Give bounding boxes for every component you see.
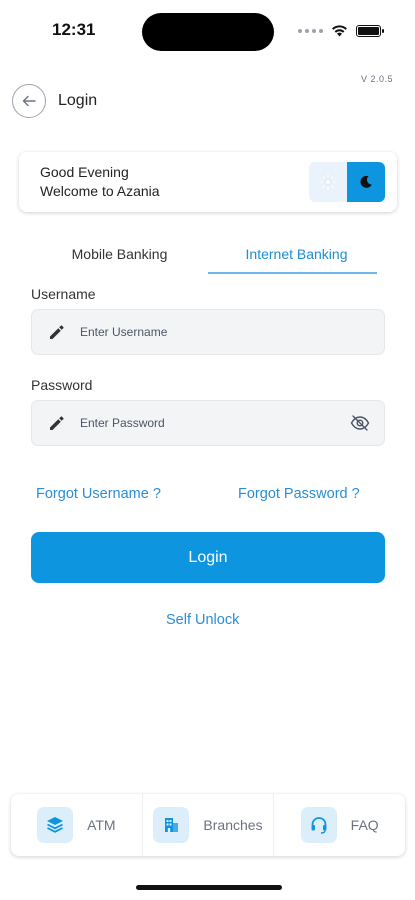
forgot-password-link[interactable]: Forgot Password ? bbox=[238, 486, 360, 502]
light-theme-button[interactable] bbox=[309, 162, 347, 202]
moon-icon bbox=[360, 175, 372, 188]
login-screen: 12:31 V 2.0.5 Login Good Evening Welcome… bbox=[0, 0, 415, 900]
nav-item-faq[interactable]: FAQ bbox=[273, 794, 405, 856]
greeting-line: Good Evening bbox=[40, 164, 129, 180]
greeting-card: Good Evening Welcome to Azania bbox=[19, 152, 397, 212]
eye-off-icon[interactable] bbox=[348, 411, 372, 435]
nav-label: Branches bbox=[203, 817, 263, 833]
pencil-icon bbox=[46, 322, 66, 342]
bottom-nav: ATM Branches FAQ bbox=[11, 794, 405, 856]
dark-theme-button[interactable] bbox=[347, 162, 385, 202]
password-label: Password bbox=[31, 377, 93, 393]
back-button[interactable] bbox=[12, 84, 46, 118]
header: Login bbox=[12, 84, 97, 118]
theme-toggle bbox=[309, 162, 385, 202]
layers-icon bbox=[37, 807, 74, 843]
battery-icon bbox=[356, 24, 384, 37]
welcome-line: Welcome to Azania bbox=[40, 183, 160, 199]
home-indicator bbox=[136, 885, 282, 890]
wifi-icon bbox=[332, 25, 347, 37]
pencil-icon bbox=[46, 413, 66, 433]
status-icons bbox=[298, 24, 384, 37]
headset-icon bbox=[300, 807, 337, 843]
nav-label: FAQ bbox=[350, 817, 379, 833]
password-field bbox=[31, 400, 385, 446]
nav-item-atm[interactable]: ATM bbox=[11, 794, 142, 856]
arrow-left-icon bbox=[22, 95, 36, 107]
app-version: V 2.0.5 bbox=[360, 74, 393, 84]
sun-icon bbox=[320, 174, 336, 190]
forgot-username-link[interactable]: Forgot Username ? bbox=[36, 486, 161, 502]
greeting-text: Good Evening Welcome to Azania bbox=[40, 163, 160, 201]
status-time: 12:31 bbox=[52, 20, 96, 39]
tab-internet-banking[interactable]: Internet Banking bbox=[208, 232, 385, 276]
self-unlock-link[interactable]: Self Unlock bbox=[166, 612, 239, 628]
nav-label: ATM bbox=[87, 817, 116, 833]
tab-mobile-banking[interactable]: Mobile Banking bbox=[31, 232, 208, 276]
page-title: Login bbox=[58, 92, 98, 109]
nav-item-branches[interactable]: Branches bbox=[141, 794, 274, 856]
signal-dots-icon bbox=[298, 28, 323, 33]
password-input[interactable] bbox=[80, 416, 348, 430]
username-field bbox=[31, 309, 385, 355]
dynamic-island bbox=[142, 13, 274, 51]
login-button[interactable]: Login bbox=[31, 532, 385, 583]
username-label: Username bbox=[31, 286, 96, 302]
banking-tabs: Mobile Banking Internet Banking bbox=[31, 232, 385, 276]
username-input[interactable] bbox=[80, 325, 372, 339]
building-icon bbox=[153, 807, 190, 843]
